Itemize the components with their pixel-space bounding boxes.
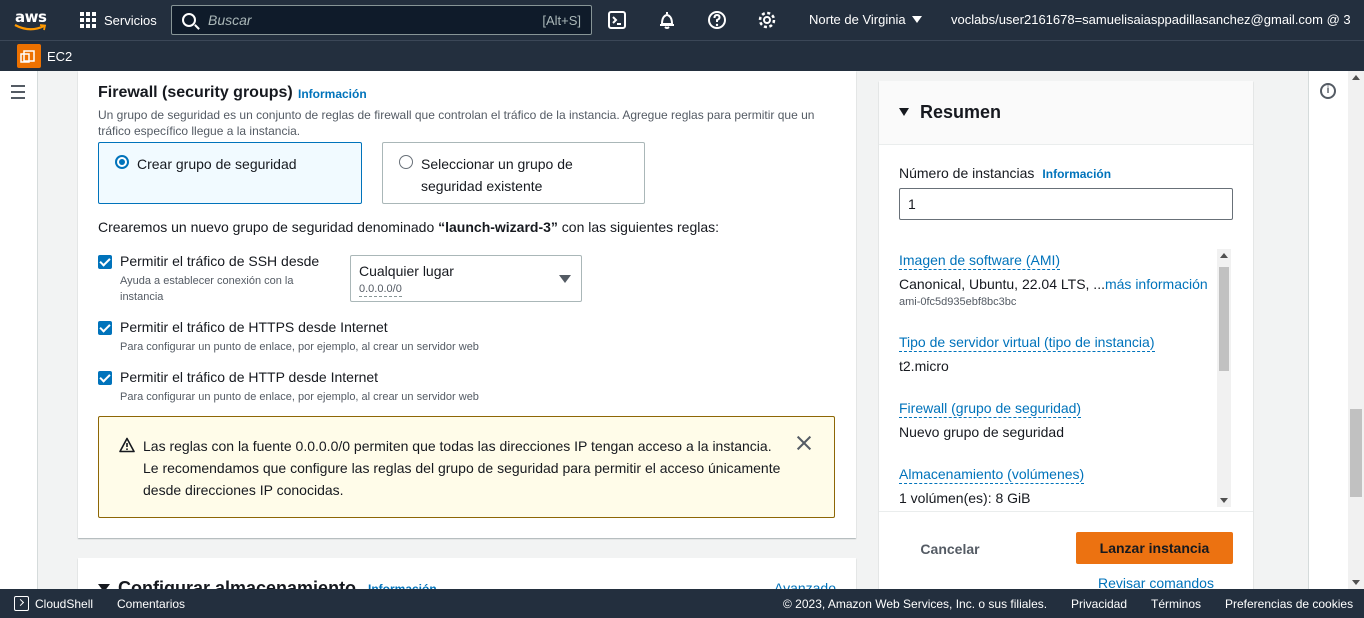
ami-value: Canonical, Ubuntu, 22.04 LTS, ...más inf…	[899, 276, 1208, 292]
footer: CloudShell Comentarios © 2023, Amazon We…	[0, 589, 1364, 618]
left-rail	[0, 71, 38, 589]
help-icon[interactable]	[707, 10, 727, 30]
firewall-summary-link[interactable]: Firewall (grupo de seguridad)	[899, 400, 1082, 418]
warning-alert: Las reglas con la fuente 0.0.0.0/0 permi…	[98, 416, 835, 518]
services-label: Servicios	[104, 12, 157, 28]
ec2-service-link[interactable]: EC2	[47, 49, 72, 64]
account-menu[interactable]: voclabs/user2161678=samuelisaiasppadilla…	[951, 12, 1351, 27]
region-selector[interactable]: Norte de Virginia	[809, 12, 922, 27]
scroll-thumb[interactable]	[1350, 409, 1362, 497]
close-icon[interactable]	[796, 435, 812, 451]
feedback-link[interactable]: Comentarios	[117, 597, 185, 611]
aws-logo[interactable]: aws	[14, 6, 50, 34]
select-existing-group-label: Seleccionar un grupo de seguridad existe…	[421, 156, 573, 194]
summary-title: Resumen	[920, 102, 1002, 122]
https-rule-label: Permitir el tráfico de HTTPS desde Inter…	[120, 319, 388, 335]
scroll-thumb[interactable]	[1219, 267, 1229, 371]
region-label: Norte de Virginia	[809, 12, 906, 27]
settings-gear-icon[interactable]	[757, 10, 777, 30]
num-instances-info-link[interactable]: Información	[1042, 167, 1111, 181]
page-scrollbar[interactable]	[1348, 71, 1364, 589]
num-instances-label: Número de instancias Información	[899, 165, 1112, 181]
cookie-preferences-link[interactable]: Preferencias de cookies	[1225, 597, 1353, 611]
radio-selected-icon[interactable]	[115, 155, 129, 169]
http-rule-label: Permitir el tráfico de HTTP desde Intern…	[120, 369, 379, 385]
firewall-info-link[interactable]: Información	[298, 87, 367, 101]
scroll-down-icon[interactable]	[1220, 498, 1228, 503]
https-checkbox[interactable]	[98, 321, 112, 335]
ssh-checkbox[interactable]	[98, 255, 112, 269]
scroll-up-icon[interactable]	[1220, 253, 1228, 258]
scroll-down-icon[interactable]	[1352, 580, 1360, 585]
ami-link[interactable]: Imagen de software (AMI)	[899, 252, 1061, 270]
ami-id: ami-0fc5d935ebf8bc3bc	[899, 296, 1017, 308]
firewall-summary-value: Nuevo grupo de seguridad	[899, 424, 1065, 440]
ec2-service-icon[interactable]	[17, 44, 41, 68]
privacy-link[interactable]: Privacidad	[1071, 597, 1127, 611]
summary-header[interactable]: Resumen	[879, 81, 1253, 145]
divider	[879, 511, 1253, 512]
create-security-group-option[interactable]: Crear grupo de seguridad	[98, 142, 362, 204]
chevron-down-icon	[911, 16, 922, 23]
security-group-note: Crearemos un nuevo grupo de seguridad de…	[98, 219, 720, 235]
storage-summary-link[interactable]: Almacenamiento (volúmenes)	[899, 466, 1085, 484]
info-icon[interactable]: i	[1320, 83, 1336, 99]
storage-summary-value: 1 volúmen(es): 8 GiB	[899, 490, 1031, 506]
menu-hamburger-icon[interactable]	[11, 85, 25, 103]
caret-down-icon	[559, 275, 571, 283]
create-security-group-label: Crear grupo de seguridad	[137, 156, 297, 172]
http-rule-desc: Para configurar un punto de enlace, por …	[120, 391, 479, 403]
firewall-title: Firewall (security groups)	[98, 84, 293, 101]
ssh-source-cidr: 0.0.0.0/0	[359, 283, 402, 297]
caret-down-icon	[899, 108, 909, 116]
scroll-up-icon[interactable]	[1352, 75, 1360, 80]
http-checkbox[interactable]	[98, 371, 112, 385]
summary-details: Imagen de software (AMI) Canonical, Ubun…	[899, 249, 1233, 507]
search-bar[interactable]: [Alt+S]	[171, 5, 592, 35]
firewall-panel: Firewall (security groups) Información U…	[78, 71, 856, 538]
ssh-rule-label: Permitir el tráfico de SSH desde	[120, 253, 320, 269]
ssh-source-select[interactable]: Cualquier lugar 0.0.0.0/0	[350, 255, 582, 302]
warning-text: Las reglas con la fuente 0.0.0.0/0 permi…	[143, 438, 781, 498]
search-input[interactable]	[208, 12, 528, 28]
services-menu[interactable]: Servicios	[80, 0, 157, 40]
select-existing-group-option[interactable]: Seleccionar un grupo de seguridad existe…	[382, 142, 645, 204]
search-shortcut: [Alt+S]	[542, 12, 581, 28]
cancel-button[interactable]: Cancelar	[899, 533, 1001, 565]
instance-type-value: t2.micro	[899, 358, 949, 374]
https-rule-desc: Para configurar un punto de enlace, por …	[120, 341, 479, 353]
service-bar: EC2	[0, 40, 1364, 71]
top-navigation: aws Servicios [Alt+S] Norte de Virginia …	[0, 0, 1364, 40]
warning-icon	[119, 437, 135, 453]
security-group-name: “launch-wizard-3”	[438, 219, 558, 235]
ssh-source-value: Cualquier lugar	[359, 263, 454, 279]
aws-smile-icon	[14, 24, 47, 31]
copyright-text: © 2023, Amazon Web Services, Inc. o sus …	[783, 597, 1048, 611]
cloudshell-icon[interactable]	[607, 10, 627, 30]
search-icon	[182, 13, 196, 27]
firewall-description: Un grupo de seguridad es un conjunto de …	[98, 108, 815, 138]
terms-link[interactable]: Términos	[1151, 597, 1201, 611]
account-label: voclabs/user2161678=samuelisaiasppadilla…	[951, 12, 1351, 27]
grid-icon	[80, 12, 96, 28]
cloudshell-icon[interactable]	[14, 596, 29, 611]
instance-type-link[interactable]: Tipo de servidor virtual (tipo de instan…	[899, 334, 1155, 352]
cloudshell-link[interactable]: CloudShell	[35, 597, 93, 611]
launch-instance-button[interactable]: Lanzar instancia	[1076, 532, 1233, 564]
ssh-rule-desc: Ayuda a establecer conexión con la insta…	[120, 275, 294, 303]
notifications-bell-icon[interactable]	[657, 10, 677, 30]
radio-unselected-icon[interactable]	[399, 155, 413, 169]
more-info-link[interactable]: más información	[1105, 276, 1208, 292]
right-rail: i	[1308, 71, 1348, 589]
num-instances-input[interactable]	[899, 188, 1233, 220]
summary-scrollbar[interactable]	[1217, 249, 1231, 507]
summary-panel: Resumen Número de instancias Información …	[879, 81, 1253, 591]
